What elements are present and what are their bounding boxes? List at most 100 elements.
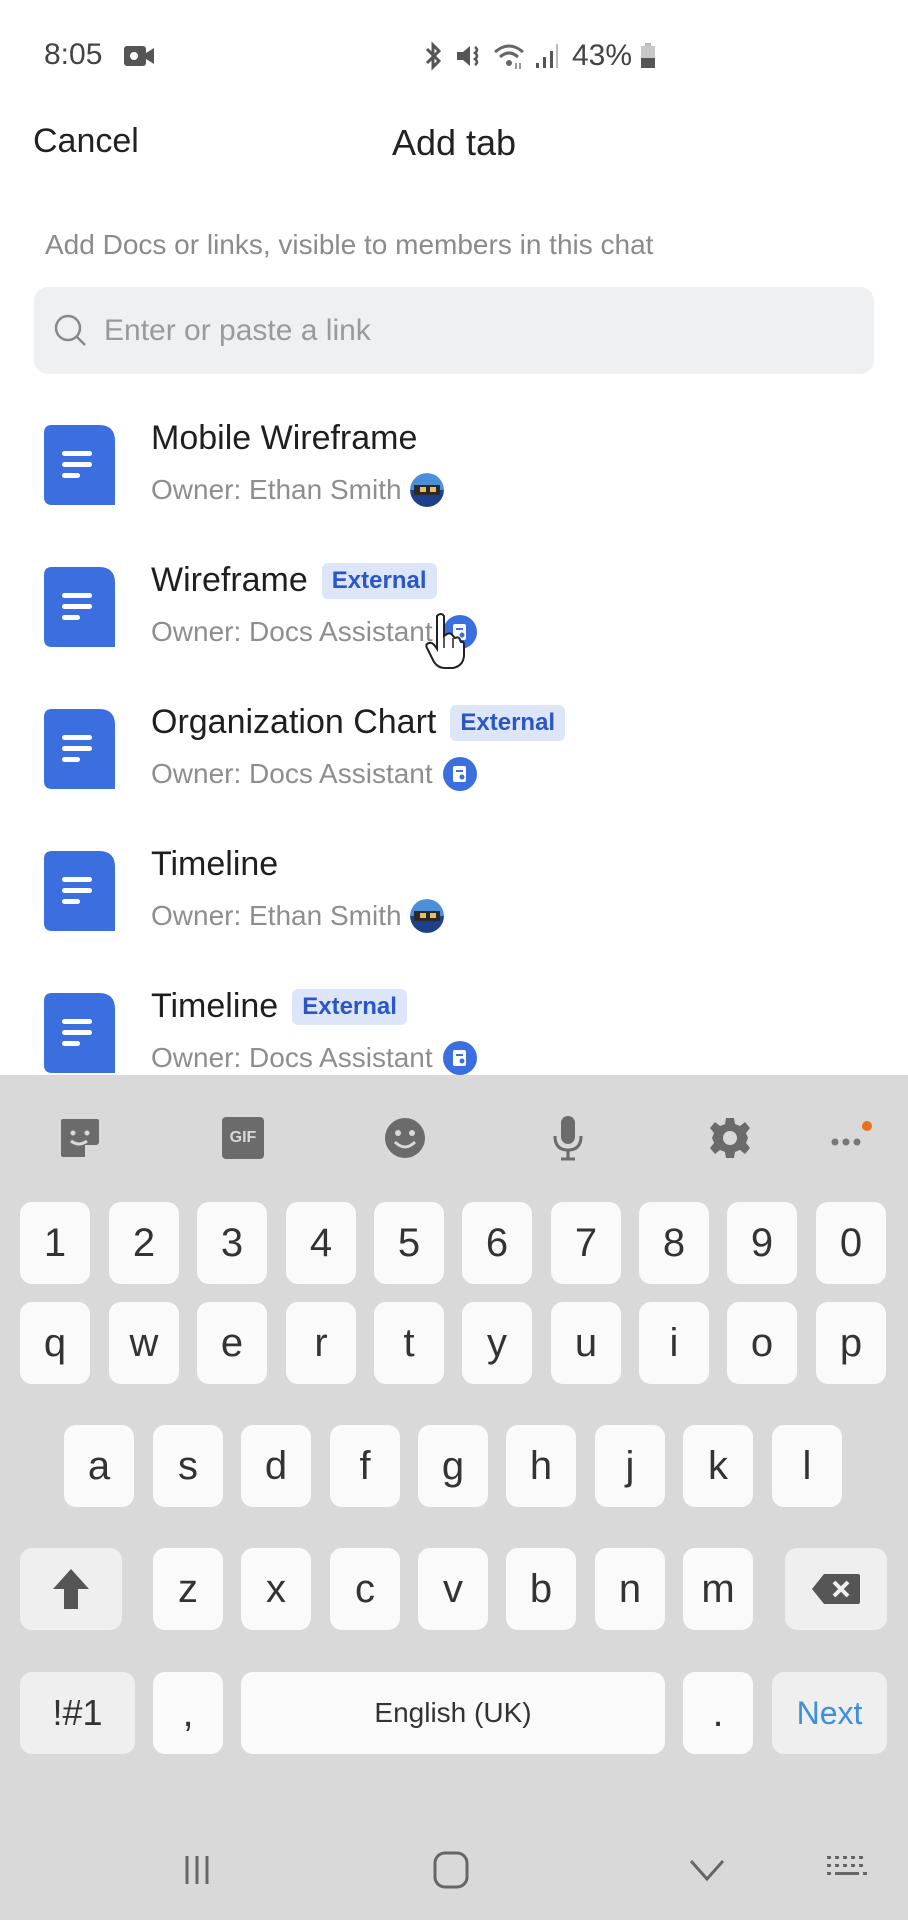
key-w[interactable]: w (109, 1302, 179, 1384)
home-button[interactable] (421, 1845, 481, 1895)
key-k[interactable]: k (683, 1425, 753, 1507)
doc-file-icon (44, 425, 115, 505)
home-icon (433, 1851, 469, 1889)
keyboard-toolbar: GIF (0, 1075, 908, 1195)
key-s[interactable]: s (153, 1425, 223, 1507)
doc-title: Mobile Wireframe (151, 419, 418, 457)
doc-list-item[interactable]: Mobile Wireframe Owner: Ethan Smith (0, 405, 908, 547)
key-comma[interactable]: , (153, 1672, 223, 1754)
link-input[interactable] (104, 313, 844, 348)
key-7[interactable]: 7 (551, 1202, 621, 1284)
doc-title: Timeline (151, 987, 279, 1025)
key-d[interactable]: d (241, 1425, 311, 1507)
external-badge: External (321, 562, 437, 599)
back-icon (689, 1860, 725, 1882)
header: Cancel Add tab (0, 110, 908, 180)
key-p[interactable]: p (816, 1302, 886, 1384)
wifi-icon (494, 44, 524, 69)
battery-percent: 43% (572, 39, 633, 72)
gif-icon: GIF (222, 1117, 264, 1159)
shift-arrow-icon (53, 1569, 89, 1609)
key-v[interactable]: v (418, 1548, 488, 1630)
key-j[interactable]: j (595, 1425, 665, 1507)
key-y[interactable]: y (462, 1302, 532, 1384)
video-record-icon (124, 46, 154, 66)
shift-key[interactable] (20, 1548, 122, 1630)
doc-owner: Owner: Docs Assistant (151, 616, 433, 647)
key-c[interactable]: c (330, 1548, 400, 1630)
status-time: 8:05 (44, 38, 103, 71)
voice-input-button[interactable] (543, 1113, 593, 1163)
key-t[interactable]: t (374, 1302, 444, 1384)
key-i[interactable]: i (639, 1302, 709, 1384)
doc-list-item[interactable]: Timeline Owner: Ethan Smith (0, 831, 908, 973)
next-key[interactable]: Next (772, 1672, 887, 1754)
key-u[interactable]: u (551, 1302, 621, 1384)
emoji-button[interactable] (380, 1113, 430, 1163)
emoji-icon (385, 1118, 425, 1158)
key-h[interactable]: h (506, 1425, 576, 1507)
key-z[interactable]: z (153, 1548, 223, 1630)
key-2[interactable]: 2 (109, 1202, 179, 1284)
key-a[interactable]: a (64, 1425, 134, 1507)
doc-file-icon (44, 709, 115, 789)
more-icon (831, 1121, 872, 1146)
recents-button[interactable] (167, 1845, 227, 1895)
key-0[interactable]: 0 (816, 1202, 886, 1284)
key-1[interactable]: 1 (20, 1202, 90, 1284)
doc-file-icon (44, 567, 115, 647)
mic-icon (553, 1116, 583, 1161)
key-r[interactable]: r (286, 1302, 356, 1384)
doc-file-icon (44, 851, 115, 931)
backspace-key[interactable] (785, 1548, 887, 1630)
bluetooth-icon (425, 41, 442, 71)
sticker-icon (61, 1119, 99, 1157)
key-l[interactable]: l (772, 1425, 842, 1507)
bot-doc-icon (452, 1050, 466, 1066)
docs-assistant-avatar (442, 1041, 477, 1075)
key-b[interactable]: b (506, 1548, 576, 1630)
settings-icon (710, 1118, 750, 1158)
key-n[interactable]: n (595, 1548, 665, 1630)
key-e[interactable]: e (197, 1302, 267, 1384)
more-options-button[interactable] (825, 1113, 875, 1163)
key-4[interactable]: 4 (286, 1202, 356, 1284)
keyboard-settings-button[interactable] (705, 1113, 755, 1163)
doc-title: Wireframe (151, 561, 308, 599)
doc-list: Mobile Wireframe Owner: Ethan Smith Wire… (0, 405, 908, 1075)
keyboard-switch-button[interactable] (817, 1845, 877, 1895)
keyboard-row-q: q w e r t y u i o p (0, 1302, 908, 1384)
key-3[interactable]: 3 (197, 1202, 267, 1284)
doc-owner: Owner: Docs Assistant (151, 758, 433, 789)
status-bar: 8:05 43% (0, 0, 908, 100)
keyboard-switch-icon (827, 1856, 867, 1875)
key-9[interactable]: 9 (727, 1202, 797, 1284)
key-o[interactable]: o (727, 1302, 797, 1384)
key-m[interactable]: m (683, 1548, 753, 1630)
doc-list-item[interactable]: Organization Chart External Owner: Docs … (0, 689, 908, 831)
doc-list-item[interactable]: Timeline External Owner: Docs Assistant (0, 973, 908, 1075)
symbols-key[interactable]: !#1 (20, 1672, 135, 1754)
gif-button[interactable]: GIF (218, 1113, 268, 1163)
keyboard-row-bottom: !#1 , English (UK) . Next (0, 1672, 908, 1754)
space-key[interactable]: English (UK) (241, 1672, 665, 1754)
back-button[interactable] (677, 1845, 737, 1895)
signal-icon (536, 44, 558, 68)
key-5[interactable]: 5 (374, 1202, 444, 1284)
doc-file-icon (44, 993, 115, 1073)
doc-owner: Owner: Docs Assistant (151, 1042, 433, 1073)
doc-title: Timeline (151, 845, 279, 883)
link-search-box[interactable] (34, 287, 874, 374)
sticker-button[interactable] (55, 1113, 105, 1163)
key-period[interactable]: . (683, 1672, 753, 1754)
owner-avatar (409, 473, 444, 507)
key-q[interactable]: q (20, 1302, 90, 1384)
doc-owner: Owner: Ethan Smith (151, 900, 402, 931)
key-6[interactable]: 6 (462, 1202, 532, 1284)
external-badge: External (292, 988, 407, 1025)
key-x[interactable]: x (241, 1548, 311, 1630)
key-g[interactable]: g (418, 1425, 488, 1507)
key-8[interactable]: 8 (639, 1202, 709, 1284)
bot-doc-icon (452, 766, 466, 782)
key-f[interactable]: f (330, 1425, 400, 1507)
